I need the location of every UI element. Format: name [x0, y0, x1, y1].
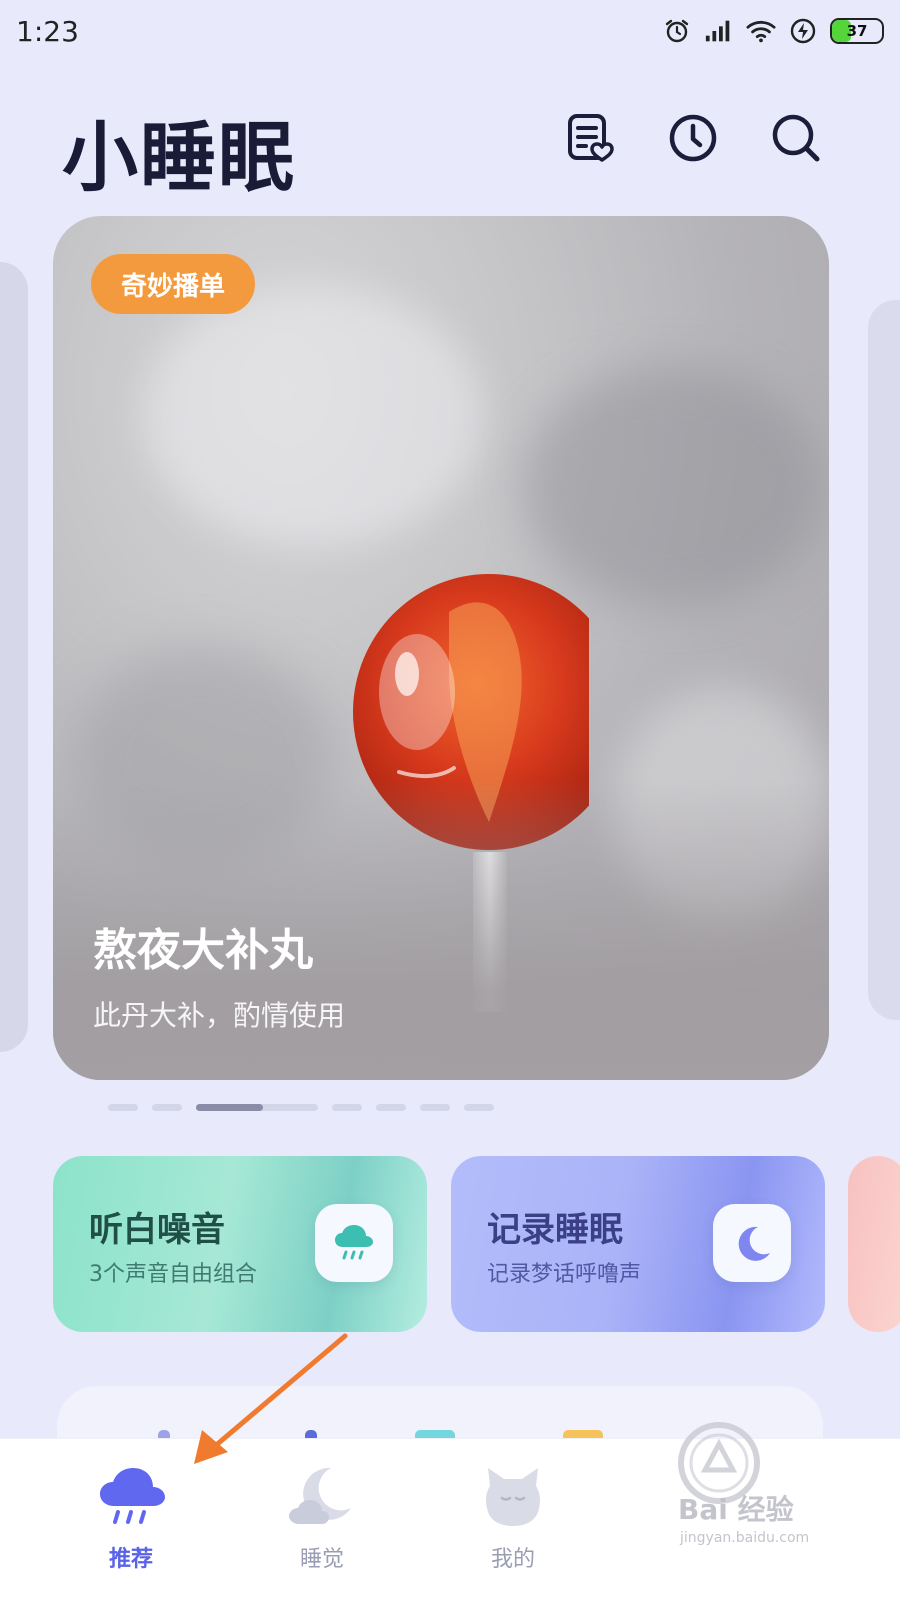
white-noise-card[interactable]: 听白噪音 3个声音自由组合 [53, 1156, 427, 1332]
carousel-next-card[interactable] [868, 300, 900, 1020]
wifi-icon [746, 16, 776, 46]
charging-icon [788, 16, 818, 46]
pager-dot [108, 1104, 138, 1111]
tab-label: 我的 [490, 1547, 535, 1572]
tab-recommend[interactable]: 推荐 [61, 1439, 201, 1600]
battery-text: 37 [846, 22, 868, 40]
playlist-tag: 奇妙播单 [91, 254, 256, 314]
featured-banner[interactable]: 奇妙播单 熬夜大补丸 此丹大补，酌情使用 [53, 216, 829, 1080]
cat-icon [475, 1463, 551, 1531]
pager-dot [464, 1104, 494, 1111]
status-bar: 1:23 37 [0, 0, 900, 62]
clock-icon [669, 114, 717, 162]
banner-subtitle: 此丹大补，酌情使用 [93, 999, 346, 1032]
moon-cloud-icon [284, 1463, 360, 1531]
white-noise-subtitle: 3个声音自由组合 [89, 1262, 257, 1287]
sleep-record-card[interactable]: 记录睡眠 记录梦话呼噜声 [451, 1156, 825, 1332]
pager-progress [196, 1104, 264, 1111]
search-button[interactable] [766, 108, 826, 168]
pager-dot-active [196, 1104, 318, 1111]
pager-dot [420, 1104, 450, 1111]
signal-icon [704, 16, 734, 46]
pager-dot [332, 1104, 362, 1111]
app-header: 小睡眠 [0, 90, 900, 202]
carousel-pager [108, 1104, 494, 1112]
list-heart-icon [568, 114, 614, 162]
pager-dot [376, 1104, 406, 1111]
battery-indicator: 37 [830, 18, 884, 44]
banner-title: 熬夜大补丸 [93, 925, 313, 976]
white-noise-title: 听白噪音 [89, 1210, 225, 1250]
sleep-record-title: 记录睡眠 [487, 1210, 623, 1250]
page-title: 小睡眠 [62, 113, 296, 202]
history-button[interactable] [663, 108, 723, 168]
tab-sleep[interactable]: 睡觉 [252, 1439, 392, 1600]
rain-cloud-icon [93, 1463, 169, 1531]
search-icon [772, 114, 820, 162]
tab-label: 推荐 [108, 1547, 153, 1572]
bottom-tab-bar: 推荐 睡觉 我的 [0, 1438, 900, 1600]
status-icons: 37 [662, 16, 884, 46]
pager-dot [152, 1104, 182, 1111]
carousel-prev-card[interactable] [0, 262, 28, 1052]
next-quick-card[interactable] [848, 1156, 900, 1332]
favorites-list-button[interactable] [560, 108, 620, 168]
moon-icon [713, 1204, 791, 1282]
status-time: 1:23 [16, 14, 79, 48]
alarm-icon [662, 16, 692, 46]
sleep-record-subtitle: 记录梦话呼噜声 [487, 1262, 642, 1287]
tab-label: 睡觉 [299, 1547, 344, 1572]
tab-mine[interactable]: 我的 [443, 1439, 583, 1600]
rain-cloud-icon [315, 1204, 393, 1282]
